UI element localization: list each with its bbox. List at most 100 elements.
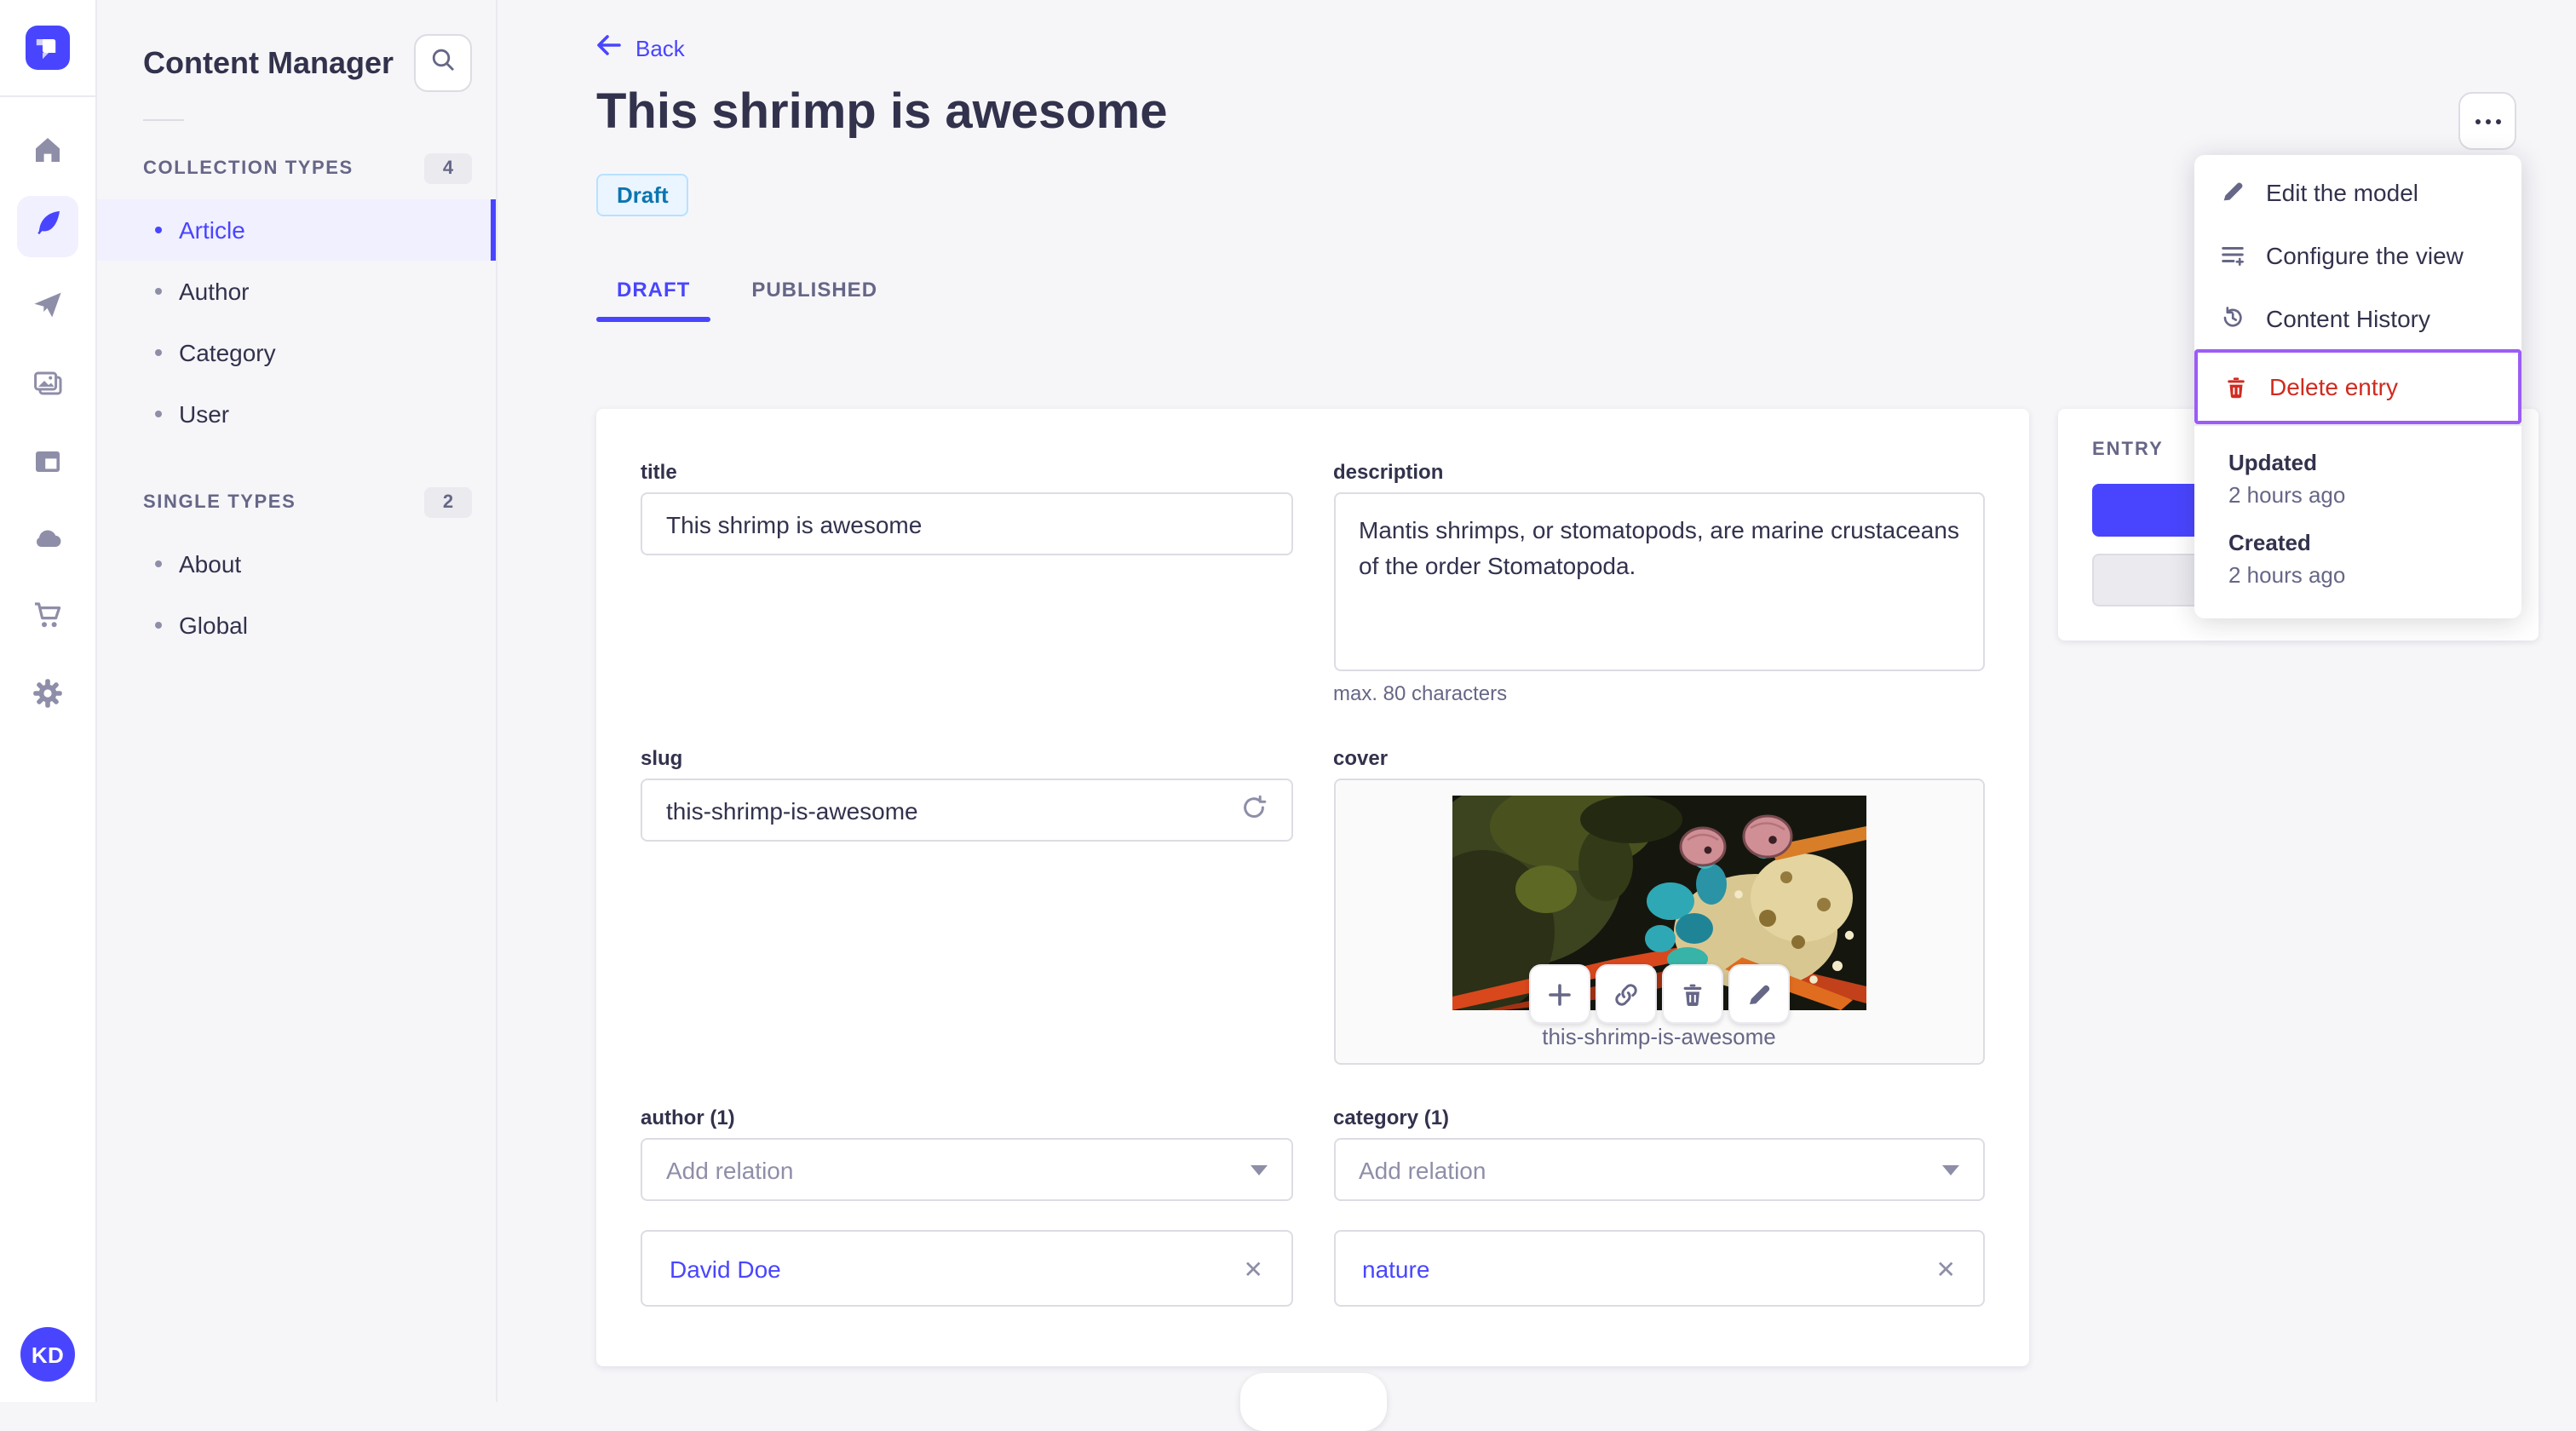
- menu-item-edit-model[interactable]: Edit the model: [2194, 160, 2521, 223]
- home-icon[interactable]: [27, 129, 68, 170]
- regenerate-icon[interactable]: [1239, 794, 1267, 826]
- category-relation-select[interactable]: Add relation: [1333, 1138, 1985, 1201]
- pencil-icon[interactable]: [1728, 964, 1790, 1024]
- back-label: Back: [635, 35, 685, 60]
- bullet-icon: [155, 288, 162, 295]
- page-title: This shrimp is awesome: [596, 85, 1168, 140]
- menu-meta: Updated 2 hours ago Created 2 hours ago: [2194, 426, 2521, 618]
- app-rail: KD: [0, 0, 97, 1402]
- menu-item-label: Content History: [2266, 304, 2430, 331]
- menu-item-label: Edit the model: [2266, 178, 2418, 205]
- more-actions-menu: Edit the model Configure the view Conten…: [2194, 155, 2521, 618]
- sidebar-title: Content Manager: [143, 45, 394, 79]
- description-hint: max. 80 characters: [1333, 681, 1508, 705]
- arrow-left-icon: [596, 34, 622, 61]
- sidebar-item-category[interactable]: Category: [97, 322, 496, 383]
- gear-icon[interactable]: [27, 673, 68, 714]
- paper-plane-icon[interactable]: [27, 284, 68, 325]
- description-label: description: [1333, 460, 1444, 484]
- author-relation-select[interactable]: Add relation: [641, 1138, 1292, 1201]
- select-placeholder: Add relation: [1359, 1156, 1486, 1183]
- app: KD Content Manager COLLECTION TYPES 4 Ar…: [0, 0, 2576, 1431]
- field-slug: slug this-shrimp-is-awesome: [641, 746, 1292, 1065]
- chevron-down-icon: [1250, 1164, 1267, 1175]
- cover-actions: [1528, 964, 1790, 1024]
- updated-label: Updated: [2228, 450, 2317, 475]
- sidebar-item-label: Category: [179, 339, 276, 366]
- sidebar-item-label: Global: [179, 612, 248, 639]
- close-icon[interactable]: ✕: [1244, 1256, 1263, 1280]
- count-badge: 2: [424, 487, 472, 518]
- menu-item-label: Delete entry: [2269, 373, 2398, 400]
- slug-input[interactable]: this-shrimp-is-awesome: [641, 779, 1292, 842]
- category-relation-item: nature ✕: [1333, 1230, 1985, 1307]
- sidebar-item-author[interactable]: Author: [97, 261, 496, 322]
- chevron-down-icon: [1942, 1164, 1959, 1175]
- tab-draft[interactable]: DRAFT: [596, 267, 711, 322]
- field-cover: cover this-shrimp-is-awesome: [1333, 746, 1985, 1065]
- sidebar-item-global[interactable]: Global: [97, 595, 496, 656]
- more-actions-button[interactable]: [2458, 92, 2516, 150]
- sidebar-item-content-manager[interactable]: [17, 196, 78, 257]
- bullet-icon: [155, 411, 162, 417]
- count-badge: 4: [424, 153, 472, 184]
- title-input[interactable]: This shrimp is awesome: [641, 492, 1292, 555]
- close-icon[interactable]: ✕: [1936, 1256, 1956, 1280]
- cover-label: cover: [1333, 746, 1389, 770]
- main-content: Back This shrimp is awesome Draft DRAFT …: [497, 0, 2576, 1431]
- sidebar-divider: [143, 119, 184, 121]
- cart-icon[interactable]: [27, 595, 68, 635]
- cover-asset-card: this-shrimp-is-awesome: [1333, 779, 1985, 1065]
- search-icon: [429, 45, 457, 81]
- section-single-types: SINGLE TYPES 2 About Global: [97, 486, 496, 656]
- field-author: author (1) Add relation David Doe ✕: [641, 1106, 1292, 1307]
- link-icon[interactable]: [1595, 964, 1657, 1024]
- author-label: author (1): [641, 1106, 735, 1129]
- avatar[interactable]: KD: [20, 1327, 75, 1382]
- trash-icon[interactable]: [1661, 964, 1723, 1024]
- description-textarea[interactable]: Mantis shrimps, or stomatopods, are mari…: [1333, 492, 1985, 671]
- updated-value: 2 hours ago: [2228, 482, 2346, 508]
- created-value: 2 hours ago: [2228, 562, 2346, 588]
- strapi-logo-icon[interactable]: [26, 26, 70, 70]
- bullet-icon: [155, 349, 162, 356]
- sidebar-item-user[interactable]: User: [97, 383, 496, 445]
- layout-icon[interactable]: [27, 441, 68, 482]
- sidebar-item-about[interactable]: About: [97, 533, 496, 595]
- section-label: SINGLE TYPES: [143, 492, 296, 513]
- menu-item-delete-entry[interactable]: Delete entry: [2194, 349, 2521, 424]
- bottom-floating-widget[interactable]: [1240, 1373, 1387, 1431]
- slug-label: slug: [641, 746, 683, 770]
- select-placeholder: Add relation: [666, 1156, 794, 1183]
- pencil-icon: [2218, 179, 2247, 204]
- plus-icon[interactable]: [1528, 964, 1590, 1024]
- field-description: description Mantis shrimps, or stomatopo…: [1333, 460, 1985, 705]
- feather-icon: [31, 205, 65, 248]
- created-label: Created: [2228, 530, 2311, 555]
- sidebar-item-label: Author: [179, 278, 250, 305]
- back-link[interactable]: Back: [596, 34, 685, 61]
- tab-published[interactable]: PUBLISHED: [731, 267, 898, 322]
- menu-item-label: Configure the view: [2266, 241, 2464, 268]
- cover-caption: this-shrimp-is-awesome: [1542, 1024, 1776, 1049]
- section-label: COLLECTION TYPES: [143, 158, 354, 179]
- relation-link[interactable]: nature: [1362, 1255, 1429, 1282]
- sidebar-item-article[interactable]: Article: [97, 199, 496, 261]
- menu-item-content-history[interactable]: Content History: [2194, 286, 2521, 349]
- section-collection-types: COLLECTION TYPES 4 Article Author Catego…: [97, 152, 496, 445]
- category-label: category (1): [1333, 1106, 1450, 1129]
- content-manager-sidebar: Content Manager COLLECTION TYPES 4 Artic…: [97, 0, 497, 1402]
- menu-item-configure-view[interactable]: Configure the view: [2194, 223, 2521, 286]
- status-badge: Draft: [596, 174, 689, 216]
- author-relation-item: David Doe ✕: [641, 1230, 1292, 1307]
- cloud-icon[interactable]: [27, 518, 68, 559]
- relation-link[interactable]: David Doe: [670, 1255, 781, 1282]
- entry-form-card: title This shrimp is awesome description…: [596, 409, 2029, 1366]
- title-label: title: [641, 460, 677, 484]
- bullet-icon: [155, 622, 162, 629]
- search-button[interactable]: [414, 34, 472, 92]
- media-library-icon[interactable]: [27, 363, 68, 404]
- bullet-icon: [155, 560, 162, 567]
- configure-list-icon: [2218, 242, 2247, 267]
- ellipsis-icon: [2475, 118, 2480, 124]
